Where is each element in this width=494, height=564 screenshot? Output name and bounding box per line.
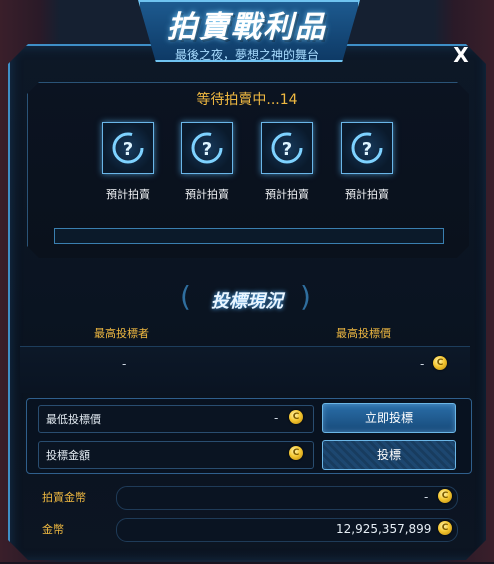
min-bid-value: -: [274, 411, 279, 425]
auction-progress-bar: [54, 228, 444, 244]
coin-icon: C: [438, 521, 452, 535]
bid-now-button[interactable]: 立即投標: [322, 403, 456, 433]
bid-status-row: [20, 346, 470, 393]
gold-label: 金幣: [42, 523, 64, 536]
auction-item-slot[interactable]: ? 預計拍賣: [337, 122, 397, 202]
coin-icon: C: [289, 410, 303, 424]
auction-coin-row: 拍賣金幣: [30, 486, 460, 510]
svg-text:?: ?: [123, 139, 133, 160]
auction-item-label: 預計拍賣: [106, 188, 150, 201]
svg-text:?: ?: [282, 139, 292, 160]
auction-coin-label: 拍賣金幣: [42, 491, 86, 504]
auction-item-label: 預計拍賣: [265, 188, 309, 201]
bid-button[interactable]: 投標: [322, 440, 456, 470]
close-button[interactable]: X: [450, 44, 472, 66]
gold-value: 12,925,357,899: [336, 522, 432, 536]
auction-item-slot[interactable]: ? 預計拍賣: [177, 122, 237, 202]
question-mark-icon: ?: [341, 122, 393, 174]
auction-item-label: 預計拍賣: [345, 188, 389, 201]
question-mark-icon: ?: [102, 122, 154, 174]
auction-coin-field: [116, 486, 458, 510]
auction-coin-value: -: [424, 490, 429, 504]
auction-item-label: 預計拍賣: [185, 188, 229, 201]
window-subtitle: 最後之夜，夢想之神的舞台: [174, 48, 319, 62]
bid-amount-label: 投標金額: [46, 449, 90, 462]
auction-item-slot[interactable]: ? 預計拍賣: [98, 122, 158, 202]
question-mark-icon: ?: [181, 122, 233, 174]
highest-bidder-header: 最高投標者: [94, 327, 149, 340]
coin-icon: C: [438, 489, 452, 503]
coin-icon: C: [289, 446, 303, 460]
min-bid-label: 最低投標價: [46, 413, 101, 426]
highest-bid-header: 最高投標價: [336, 327, 391, 340]
auction-item-slot[interactable]: ? 預計拍賣: [257, 122, 317, 202]
svg-text:?: ?: [362, 139, 372, 160]
countdown-status: 等待拍賣中...14: [196, 92, 298, 108]
coin-icon: C: [433, 356, 447, 370]
highest-bid-value: -: [420, 357, 425, 371]
bidding-status-title: 投標現況: [211, 291, 283, 312]
window-title: 拍賣戰利品: [167, 10, 327, 45]
svg-text:?: ?: [202, 139, 212, 160]
highest-bidder-value: -: [122, 357, 127, 371]
question-mark-icon: ?: [261, 122, 313, 174]
